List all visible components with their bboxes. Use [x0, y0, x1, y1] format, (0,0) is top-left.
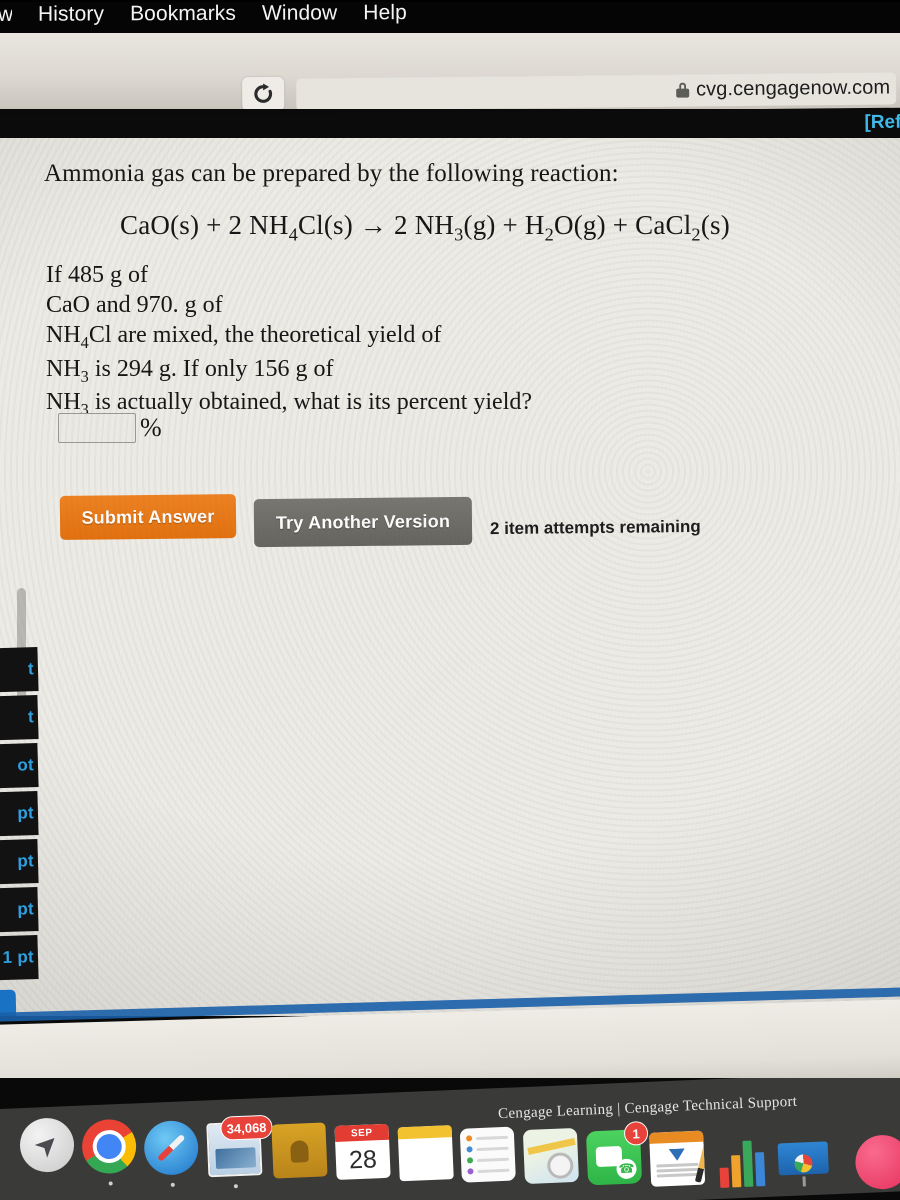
notes-icon[interactable]: [397, 1125, 454, 1182]
sidebar-item-points[interactable]: t: [0, 647, 39, 693]
question-intro: Ammonia gas can be prepared by the follo…: [44, 160, 619, 187]
url-text: cvg.cengagenow.com: [695, 76, 891, 101]
safari-icon[interactable]: [143, 1119, 200, 1176]
pages-icon[interactable]: [649, 1130, 706, 1187]
sidebar-item-points[interactable]: 1 pt: [0, 935, 39, 981]
chemical-equation: CaO(s) + 2 NH4Cl(s) → 2 NH3(g) + H2O(g) …: [120, 210, 730, 245]
sidebar-item-points[interactable]: pt: [0, 887, 39, 933]
unit-label: %: [140, 413, 162, 442]
menu-item-bookmarks[interactable]: Bookmarks: [130, 2, 236, 26]
rocket-glyph: ➤: [27, 1125, 66, 1164]
menu-item-history[interactable]: History: [38, 2, 104, 26]
phone-glyph: ☎: [616, 1158, 637, 1180]
sidebar-item-points[interactable]: ot: [0, 743, 39, 789]
sidebar-item-points[interactable]: pt: [0, 791, 39, 837]
sidebar-item-points[interactable]: t: [0, 695, 39, 741]
menu-item-help[interactable]: Help: [363, 1, 407, 25]
mail-icon[interactable]: 34,068: [206, 1114, 273, 1178]
lock-icon: [675, 82, 690, 98]
answer-input[interactable]: [58, 413, 136, 443]
keynote-icon[interactable]: [775, 1133, 831, 1189]
maps-icon[interactable]: [522, 1127, 580, 1185]
calendar-icon[interactable]: SEP 28: [334, 1123, 391, 1180]
sidebar-item-points[interactable]: pt: [0, 839, 39, 885]
attempts-remaining-text: 2 item attempts remaining: [489, 516, 701, 539]
app-running-dot: [108, 1181, 113, 1186]
menu-item-window[interactable]: Window: [262, 1, 337, 25]
assignment-page: Ammonia gas can be prepared by the follo…: [0, 138, 900, 1016]
facetime-badge: 1: [623, 1120, 649, 1146]
answer-row: %: [58, 413, 162, 443]
app-running-dot: [233, 1184, 238, 1189]
photo-frame-edge: [0, 0, 900, 2]
address-bar[interactable]: cvg.cengagenow.com: [296, 71, 897, 109]
assignment-sidebar: t t ot pt pt pt 1 pt: [0, 138, 40, 1016]
macos-menu-bar: w History Bookmarks Window Help: [0, 0, 900, 34]
reload-button[interactable]: [242, 76, 285, 109]
browser-toolbar: cvg.cengagenow.com: [0, 33, 900, 109]
try-another-version-button[interactable]: Try Another Version: [253, 496, 473, 548]
calendar-day: 28: [348, 1144, 378, 1174]
submit-answer-button[interactable]: Submit Answer: [59, 494, 237, 540]
question-content: Ammonia gas can be prepared by the follo…: [0, 138, 900, 1016]
launchpad-icon[interactable]: ➤: [18, 1116, 76, 1174]
app-running-dot: [170, 1182, 175, 1187]
action-buttons: Submit Answer Try Another Version 2 item…: [59, 488, 701, 548]
reload-icon: [254, 83, 273, 103]
contacts-icon[interactable]: [271, 1122, 328, 1179]
laptop-screen-photo: w History Bookmarks Window Help cvg.ceng…: [0, 0, 900, 1200]
facetime-icon[interactable]: ☎ 1: [585, 1120, 649, 1186]
numbers-icon[interactable]: [712, 1132, 768, 1188]
reminders-icon[interactable]: [459, 1126, 516, 1183]
mail-unread-badge: 34,068: [220, 1114, 273, 1141]
references-link[interactable]: [Refe: [864, 112, 900, 134]
chrome-icon[interactable]: [81, 1118, 138, 1175]
menu-item-view[interactable]: w: [0, 3, 12, 27]
question-body: If 485 g of CaO and 970. g of NH4Cl are mi…: [46, 262, 533, 419]
